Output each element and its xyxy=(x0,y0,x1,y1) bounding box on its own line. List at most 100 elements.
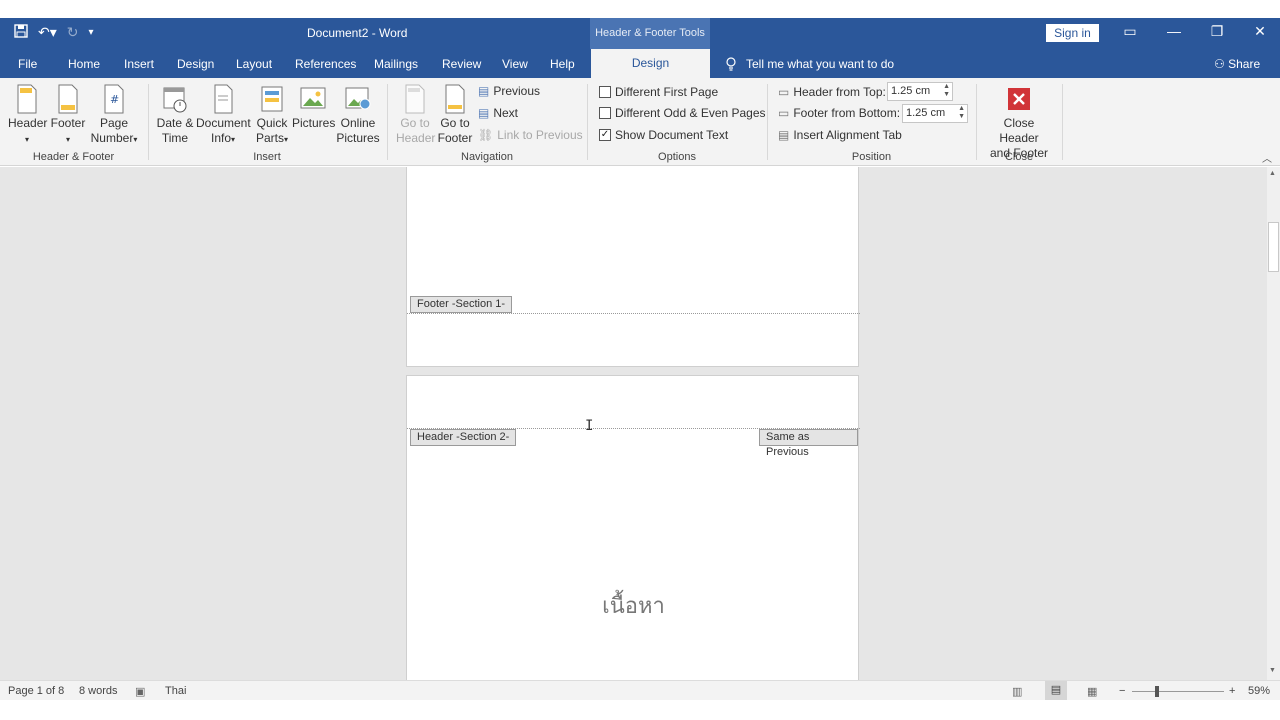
tab-header-footer-design[interactable]: Design xyxy=(591,49,710,78)
tell-me-search[interactable]: Tell me what you want to do xyxy=(726,57,894,74)
language-indicator[interactable]: Thai xyxy=(165,685,186,697)
scroll-up-icon[interactable]: ▲ xyxy=(1269,170,1276,177)
zoom-out-icon[interactable]: − xyxy=(1119,685,1125,697)
tab-design[interactable]: Design xyxy=(177,57,214,71)
insert-alignment-tab-button[interactable]: ▤ Insert Alignment Tab xyxy=(778,128,902,142)
tell-me-label: Tell me what you want to do xyxy=(746,57,895,71)
tab-review[interactable]: Review xyxy=(442,57,481,71)
go-to-header-button[interactable]: Go to Header xyxy=(396,84,435,146)
scroll-down-icon[interactable]: ▼ xyxy=(1269,667,1276,674)
date-time-button[interactable]: Date & Time xyxy=(155,84,195,146)
title-bar: ↶▾ ↻ ▾ Document2 - Word Header & Footer … xyxy=(0,18,1280,49)
zoom-slider-thumb[interactable] xyxy=(1155,686,1159,697)
print-layout-icon[interactable]: ▤ xyxy=(1045,681,1067,700)
footer-from-bottom-input[interactable]: 1.25 cm ▲ ▼ xyxy=(902,104,968,123)
date-time-label-2: Time xyxy=(161,131,189,145)
group-separator xyxy=(1062,84,1063,160)
vertical-scrollbar[interactable]: ▲ ▼ xyxy=(1267,167,1280,680)
online-pictures-button[interactable]: Online Pictures xyxy=(336,84,380,146)
link-to-previous-button[interactable]: ⛓ Link to Previous xyxy=(478,128,583,142)
document-area[interactable]: Footer -Section 1- Header -Section 2- Sa… xyxy=(0,167,1267,680)
tab-file[interactable]: File xyxy=(18,57,37,71)
page-2[interactable]: Header -Section 2- Same as Previous I เน… xyxy=(406,375,860,680)
word-count[interactable]: 8 words xyxy=(79,685,118,697)
quick-parts-button[interactable]: Quick Parts▾ xyxy=(254,84,290,147)
header-icon xyxy=(17,84,37,114)
tab-layout[interactable]: Layout xyxy=(236,57,272,71)
lightbulb-icon xyxy=(726,57,736,74)
quick-access-toolbar: ↶▾ ↻ ▾ xyxy=(14,24,94,41)
sign-in-button[interactable]: Sign in xyxy=(1046,24,1099,42)
date-time-label-1: Date & xyxy=(156,116,194,130)
next-icon: ▤ xyxy=(478,106,490,120)
different-odd-even-label: Different Odd & Even Pages xyxy=(615,106,766,120)
checkbox-unchecked xyxy=(599,107,611,119)
footer-from-bottom-value: 1.25 cm xyxy=(906,107,946,119)
zoom-level[interactable]: 59% xyxy=(1248,685,1270,697)
collapse-ribbon-icon[interactable]: ︿ xyxy=(1262,150,1272,165)
quick-parts-label-1: Quick xyxy=(256,116,288,130)
scroll-thumb[interactable] xyxy=(1268,222,1279,272)
page-number-button[interactable]: # Page Number▾ xyxy=(88,84,140,147)
save-icon[interactable] xyxy=(14,24,28,41)
pictures-button[interactable]: Pictures xyxy=(292,84,335,131)
footer-from-bottom-label: Footer from Bottom: xyxy=(793,106,901,120)
different-odd-even-checkbox[interactable]: Different Odd & Even Pages xyxy=(599,106,766,120)
checkbox-unchecked xyxy=(599,86,611,98)
dropdown-arrow-icon: ▾ xyxy=(65,135,70,144)
different-first-page-checkbox[interactable]: Different First Page xyxy=(599,85,718,99)
group-separator xyxy=(148,84,149,160)
proofing-icon[interactable]: ▣ xyxy=(135,685,145,698)
different-first-page-label: Different First Page xyxy=(615,85,719,99)
read-mode-icon[interactable]: ▥ xyxy=(1012,685,1022,698)
online-pictures-icon xyxy=(345,87,371,110)
header-position-icon: ▭ xyxy=(778,85,790,99)
group-separator xyxy=(767,84,768,160)
header-button[interactable]: Header ▾ xyxy=(8,84,47,147)
footer-label: Footer xyxy=(50,116,86,130)
group-label-position: Position xyxy=(851,151,892,163)
zoom-slider[interactable] xyxy=(1132,691,1224,692)
tab-home[interactable]: Home xyxy=(68,57,100,71)
tab-insert[interactable]: Insert xyxy=(124,57,154,71)
insert-alignment-tab-label: Insert Alignment Tab xyxy=(793,128,902,142)
group-label-navigation: Navigation xyxy=(461,151,513,163)
online-pictures-label-1: Online xyxy=(340,116,376,130)
tab-references[interactable]: References xyxy=(295,57,356,71)
undo-icon[interactable]: ↶▾ xyxy=(38,24,57,41)
customize-qat-icon[interactable]: ▾ xyxy=(89,27,94,38)
go-to-footer-label-1: Go to xyxy=(440,116,470,130)
tab-view[interactable]: View xyxy=(502,57,528,71)
ribbon-display-options-icon[interactable]: ▭ xyxy=(1120,23,1140,40)
redo-icon[interactable]: ↻ xyxy=(67,24,79,41)
go-to-footer-button[interactable]: Go to Footer xyxy=(436,84,474,146)
page-1[interactable]: Footer -Section 1- xyxy=(406,167,860,367)
document-info-button[interactable]: Document Info▾ xyxy=(196,84,251,147)
spinner-arrows-icon[interactable]: ▲ ▼ xyxy=(943,83,950,99)
go-to-header-label-1: Go to xyxy=(400,116,430,130)
page-count[interactable]: Page 1 of 8 xyxy=(8,685,64,697)
next-button[interactable]: ▤ Next xyxy=(478,106,518,120)
footer-button[interactable]: Footer ▾ xyxy=(50,84,86,147)
close-icon[interactable]: ✕ xyxy=(1250,23,1270,40)
share-button[interactable]: ⚇ Share xyxy=(1214,57,1260,71)
show-document-text-checkbox[interactable]: ✓ Show Document Text xyxy=(599,128,728,142)
restore-icon[interactable]: ❐ xyxy=(1207,23,1227,40)
text-cursor-icon: I xyxy=(585,418,594,434)
tab-mailings[interactable]: Mailings xyxy=(374,57,418,71)
zoom-in-icon[interactable]: + xyxy=(1229,685,1235,697)
spinner-arrows-icon[interactable]: ▲ ▼ xyxy=(958,105,965,121)
web-layout-icon[interactable]: ▦ xyxy=(1087,685,1097,698)
page-number-label-1: Page xyxy=(99,116,129,130)
minimize-icon[interactable]: — xyxy=(1164,23,1184,39)
same-as-previous-tag: Same as Previous xyxy=(759,429,858,458)
go-to-footer-icon xyxy=(445,84,465,114)
previous-button[interactable]: ▤ Previous xyxy=(478,84,540,98)
tab-help[interactable]: Help xyxy=(550,57,575,71)
body-text[interactable]: เนื้อหา xyxy=(407,588,860,623)
quick-parts-icon xyxy=(261,86,283,112)
close-header-footer-button[interactable]: Close Header and Footer xyxy=(983,84,1055,161)
header-from-top-input[interactable]: 1.25 cm ▲ ▼ xyxy=(887,82,953,101)
show-document-text-label: Show Document Text xyxy=(615,128,729,142)
page-number-label-2: Number xyxy=(90,131,134,145)
